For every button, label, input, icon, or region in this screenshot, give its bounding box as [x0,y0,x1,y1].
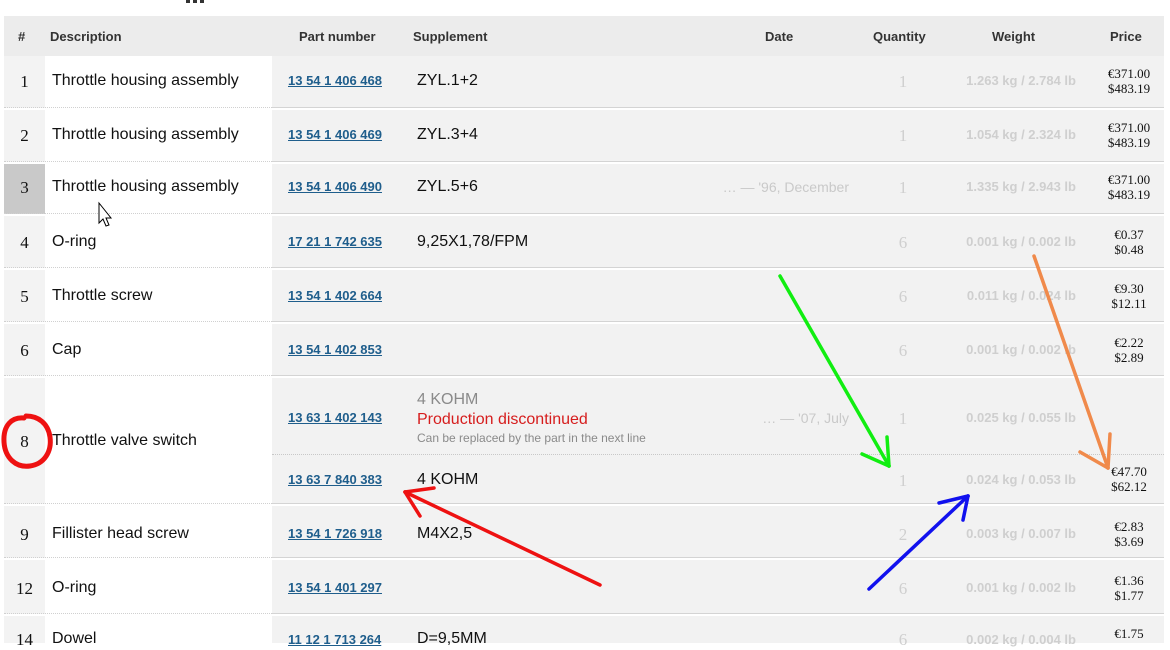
row-quantity: 1 [898,126,908,145]
row-description: O-ring [52,233,97,250]
part-number-link[interactable]: 13 54 1 402 664 [288,288,382,303]
row-number: 1 [20,72,29,91]
row-quantity: 1 [898,471,908,490]
table-row: 12 O-ring 13 54 1 401 297 6 0.001 kg / 0… [4,560,1164,614]
row-supplement: ZYL.1+2 [417,72,478,89]
row-weight: 0.001 kg / 0.002 lb [966,234,1076,249]
row-price: €371.00 $483.19 [1107,172,1151,202]
header-quantity: Quantity [873,29,926,44]
row-weight: 0.001 kg / 0.002 lb [966,580,1076,595]
supplement-spec: 4 KOHM [417,391,479,408]
row-description: Dowel [52,630,97,647]
row-description: Throttle screw [52,287,153,304]
table-row: 6 Cap 13 54 1 402 853 6 0.001 kg / 0.002… [4,324,1164,376]
row-quantity: 6 [898,630,908,649]
discontinued-notice: Production discontinued [417,411,588,428]
table-header: # Description Part number Supplement Dat… [4,16,1164,56]
table-row: 4 O-ring 17 21 1 742 635 9,25X1,78/FPM 6… [4,216,1164,268]
row-weight: 0.001 kg / 0.002 lb [966,342,1076,357]
row-price: €9.30 $12.11 [1111,281,1147,311]
row-description: O-ring [52,579,97,596]
row-supplement: ZYL.3+4 [417,126,478,143]
row-price: €1.36 $1.77 [1114,573,1144,603]
table-row: 2 Throttle housing assembly 13 54 1 406 … [4,110,1164,162]
row-number: 5 [20,287,29,306]
row-quantity: 6 [898,341,908,360]
row-quantity: 2 [898,525,908,544]
row-weight: 0.002 kg / 0.004 lb [966,632,1076,647]
header-supplement: Supplement [413,29,488,44]
header-price: Price [1110,29,1142,44]
part-number-link[interactable]: 13 63 1 402 143 [288,410,382,425]
row-supplement: D=9,5MM [417,630,487,647]
part-number-link[interactable]: 17 21 1 742 635 [288,234,382,249]
row-price: €2.83 $3.69 [1114,519,1144,549]
row-weight: 1.335 kg / 2.943 lb [966,179,1076,194]
table-row: 9 Fillister head screw 13 54 1 726 918 M… [4,506,1164,558]
row-description: Throttle housing assembly [52,72,239,89]
row-number: 4 [20,233,29,252]
row-weight: 1.263 kg / 2.784 lb [966,73,1076,88]
part-number-link[interactable]: 13 63 7 840 383 [288,472,382,487]
row-quantity: 6 [898,287,908,306]
header-date: Date [765,29,794,44]
row-price: €2.22 $2.89 [1114,335,1144,365]
row-supplement: 4 KOHM [417,471,479,488]
table-row: 5 Throttle screw 13 54 1 402 664 6 0.011… [4,270,1164,322]
row-number: 14 [16,630,33,649]
row-supplement: 9,25X1,78/FPM [417,233,529,250]
row-quantity: 1 [898,409,908,428]
row-number: 3 [20,178,29,197]
header-number: # [18,29,26,44]
row-number: 8 [20,432,29,451]
part-number-link[interactable]: 13 54 1 402 853 [288,342,382,357]
row-number: 12 [16,579,33,598]
row-quantity: 1 [898,72,908,91]
header-weight: Weight [992,29,1036,44]
top-bar [0,0,1170,16]
table-row: 3 Throttle housing assembly 13 54 1 406 … [4,164,1164,214]
row-number: 9 [20,525,29,544]
table-row: 8 Throttle valve switch 13 63 1 402 143 … [4,378,1164,504]
part-number-link[interactable]: 13 54 1 726 918 [288,526,382,541]
row-weight: 0.025 kg / 0.055 lb [966,410,1076,425]
row-quantity: 1 [898,178,908,197]
replacement-note: Can be replaced by the part in the next … [417,431,646,445]
part-number-link[interactable]: 13 54 1 406 469 [288,127,382,142]
row-supplement: 4 KOHM Production discontinued Can be re… [417,390,646,446]
part-number-link[interactable]: 13 54 1 401 297 [288,580,382,595]
row-weight: 0.011 kg / 0.024 lb [966,288,1076,303]
row-description: Throttle valve switch [52,432,197,449]
row-number: 6 [20,341,29,360]
row-quantity: 6 [898,579,908,598]
row-price: €371.00 $483.19 [1107,120,1151,150]
row-price: €47.70 $62.12 [1111,464,1147,494]
row-weight: 1.054 kg / 2.324 lb [966,127,1076,142]
row-quantity: 6 [898,233,908,252]
row-weight: 0.024 kg / 0.053 lb [966,472,1076,487]
row-price: €371.00 $483.19 [1107,66,1151,96]
row-date: … — '96, December [722,179,849,195]
header-description: Description [50,29,122,44]
partial-glyph [193,0,197,3]
row-date: … — '07, July [762,410,849,426]
row-price: €1.75 [1114,626,1144,641]
part-number-link[interactable]: 11 12 1 713 264 [288,632,381,647]
header-part-number: Part number [299,29,376,44]
row-supplement: M4X2,5 [417,525,473,542]
table-row: 1 Throttle housing assembly 13 54 1 406 … [4,56,1164,108]
row-description: Fillister head screw [52,525,189,542]
part-number-link[interactable]: 13 54 1 406 468 [288,73,382,88]
row-supplement: ZYL.5+6 [417,178,478,195]
row-description: Cap [52,341,82,358]
row-price: €0.37 $0.48 [1114,227,1144,257]
partial-glyph [200,0,204,3]
row-description: Throttle housing assembly [52,178,239,195]
row-weight: 0.003 kg / 0.007 lb [966,526,1076,541]
row-description: Throttle housing assembly [52,126,239,143]
table-row: 14 Dowel 11 12 1 713 264 D=9,5MM 6 0.002… [4,616,1164,649]
row-number: 2 [20,126,29,145]
partial-glyph [186,0,190,3]
part-number-link[interactable]: 13 54 1 406 490 [288,179,382,194]
